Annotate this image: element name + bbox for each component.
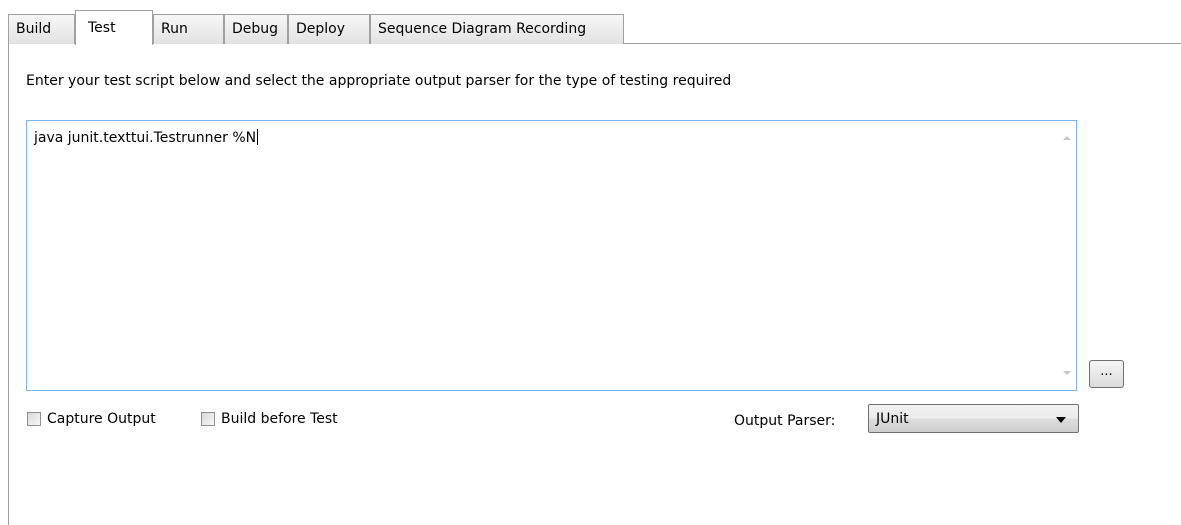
textarea-scrollbar[interactable] — [1059, 121, 1076, 390]
output-parser-value: JUnit — [876, 411, 909, 427]
test-script-value: java junit.texttui.Testrunner %N — [34, 130, 257, 146]
tab-run-label: Run — [161, 21, 188, 37]
browse-button[interactable]: ... — [1089, 360, 1124, 388]
tab-sequence-diagram-recording[interactable]: Sequence Diagram Recording — [370, 14, 624, 44]
tab-sequence-diagram-recording-label: Sequence Diagram Recording — [378, 21, 587, 37]
capture-output-option[interactable]: Capture Output — [27, 411, 156, 427]
browse-button-label: ... — [1100, 364, 1113, 379]
scroll-down-icon[interactable] — [1063, 371, 1071, 375]
output-parser-select[interactable]: JUnit — [868, 404, 1079, 433]
output-parser-label: Output Parser: — [734, 413, 836, 429]
scroll-up-icon[interactable] — [1063, 136, 1071, 140]
tab-build-label: Build — [16, 21, 52, 37]
text-caret — [257, 129, 259, 145]
tab-run[interactable]: Run — [153, 14, 224, 44]
tab-test[interactable]: Test — [75, 10, 153, 45]
build-before-test-option[interactable]: Build before Test — [201, 411, 338, 427]
tab-deploy-label: Deploy — [296, 21, 346, 37]
build-before-test-checkbox[interactable] — [201, 412, 215, 426]
tab-build[interactable]: Build — [8, 14, 75, 44]
tab-debug-label: Debug — [232, 21, 279, 37]
instructions-text: Enter your test script below and select … — [26, 73, 732, 89]
build-before-test-label[interactable]: Build before Test — [221, 411, 338, 427]
test-script-textarea[interactable]: java junit.texttui.Testrunner %N — [26, 120, 1077, 391]
tab-test-label: Test — [88, 20, 116, 36]
test-script-content[interactable]: java junit.texttui.Testrunner %N — [34, 129, 259, 146]
capture-output-label[interactable]: Capture Output — [47, 411, 156, 427]
chevron-down-icon — [1056, 417, 1066, 423]
tab-deploy[interactable]: Deploy — [288, 14, 370, 44]
capture-output-checkbox[interactable] — [27, 412, 41, 426]
tab-debug[interactable]: Debug — [224, 14, 288, 44]
